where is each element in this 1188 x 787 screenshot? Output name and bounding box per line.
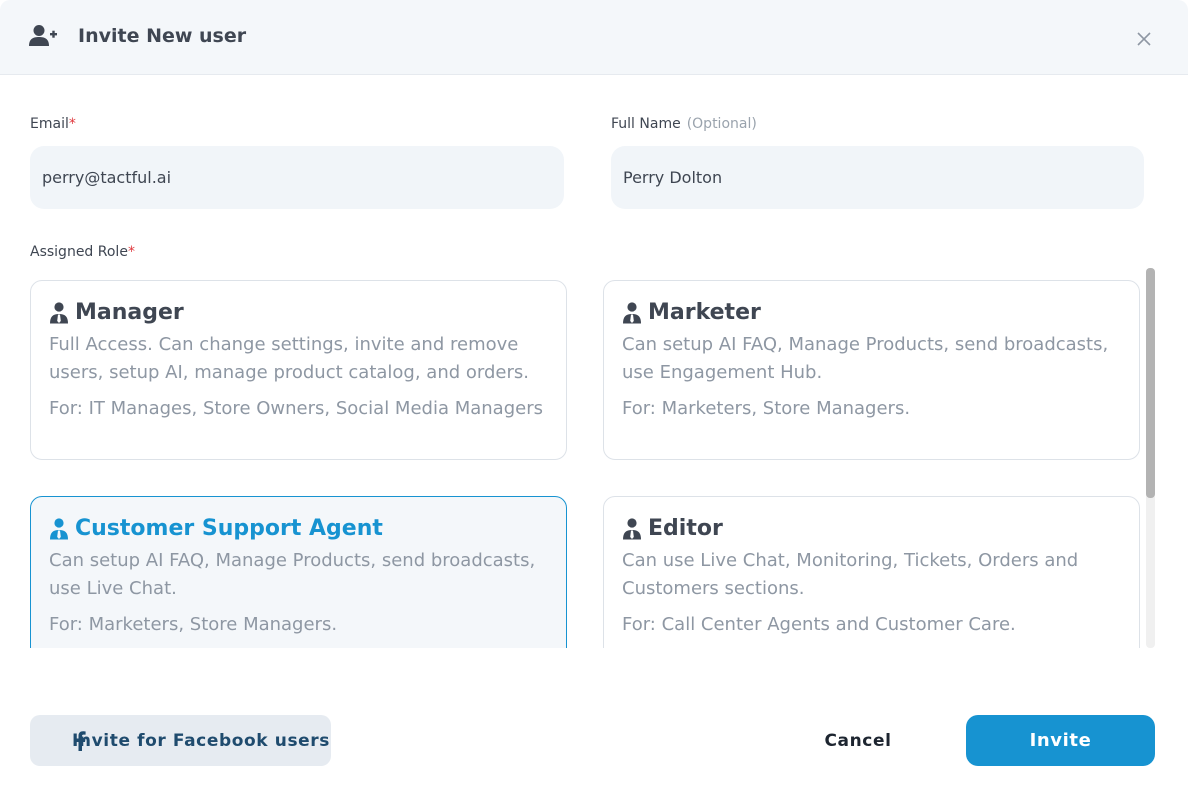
role-header: Manager <box>49 299 548 327</box>
role-list: Manager Full Access. Can change settings… <box>0 265 1188 648</box>
email-input[interactable] <box>30 146 564 209</box>
role-title: Editor <box>648 516 723 541</box>
assigned-role-label: Assigned Role* <box>30 243 135 261</box>
facebook-button-label: Invite for Facebook users <box>72 730 330 751</box>
email-label: Email* <box>30 115 76 133</box>
role-description: Full Access. Can change settings, invite… <box>49 334 529 383</box>
role-title: Manager <box>75 300 184 325</box>
role-header: Marketer <box>622 299 1121 327</box>
scrollbar-thumb[interactable] <box>1146 268 1155 498</box>
full-name-label-text: Full Name <box>611 116 681 132</box>
role-header: Customer Support Agent <box>49 515 548 543</box>
role-audience: For: Call Center Agents and Customer Car… <box>622 614 1016 635</box>
invite-user-modal: Invite New user Email* Full Name(Optiona… <box>0 0 1188 787</box>
role-title: Customer Support Agent <box>75 516 383 541</box>
full-name-input[interactable] <box>611 146 1144 209</box>
user-tie-icon <box>50 302 68 324</box>
role-description: Can setup AI FAQ, Manage Products, send … <box>622 334 1109 383</box>
cancel-button[interactable]: Cancel <box>790 715 926 766</box>
invite-button[interactable]: Invite <box>966 715 1155 766</box>
user-tie-icon <box>623 518 641 540</box>
role-card-customer-support-agent[interactable]: Customer Support Agent Can setup AI FAQ,… <box>30 496 567 648</box>
user-tie-icon <box>623 302 641 324</box>
role-header: Editor <box>622 515 1121 543</box>
assigned-role-label-text: Assigned Role <box>30 244 128 260</box>
role-audience: For: Marketers, Store Managers. <box>622 398 911 419</box>
role-audience: For: Marketers, Store Managers. <box>49 614 338 635</box>
role-audience: For: IT Manages, Store Owners, Social Me… <box>49 398 543 419</box>
user-tie-icon <box>50 518 68 540</box>
modal-title: Invite New user <box>78 25 247 47</box>
role-card-manager[interactable]: Manager Full Access. Can change settings… <box>30 280 567 460</box>
role-title: Marketer <box>648 300 761 325</box>
invite-facebook-users-button[interactable]: Invite for Facebook users <box>30 715 331 766</box>
required-mark: * <box>127 244 135 260</box>
role-card-marketer[interactable]: Marketer Can setup AI FAQ, Manage Produc… <box>603 280 1140 460</box>
required-mark: * <box>68 116 76 132</box>
facebook-icon <box>75 731 86 751</box>
modal-header: Invite New user <box>0 0 1188 75</box>
close-icon[interactable] <box>1134 29 1154 49</box>
role-description: Can use Live Chat, Monitoring, Tickets, … <box>622 550 1079 599</box>
email-label-text: Email <box>30 116 69 132</box>
user-plus-icon <box>29 25 57 46</box>
role-description: Can setup AI FAQ, Manage Products, send … <box>49 550 536 599</box>
full-name-label: Full Name (Optional) <box>611 115 757 133</box>
optional-hint: (Optional) <box>686 116 757 132</box>
role-card-editor[interactable]: Editor Can use Live Chat, Monitoring, Ti… <box>603 496 1140 648</box>
